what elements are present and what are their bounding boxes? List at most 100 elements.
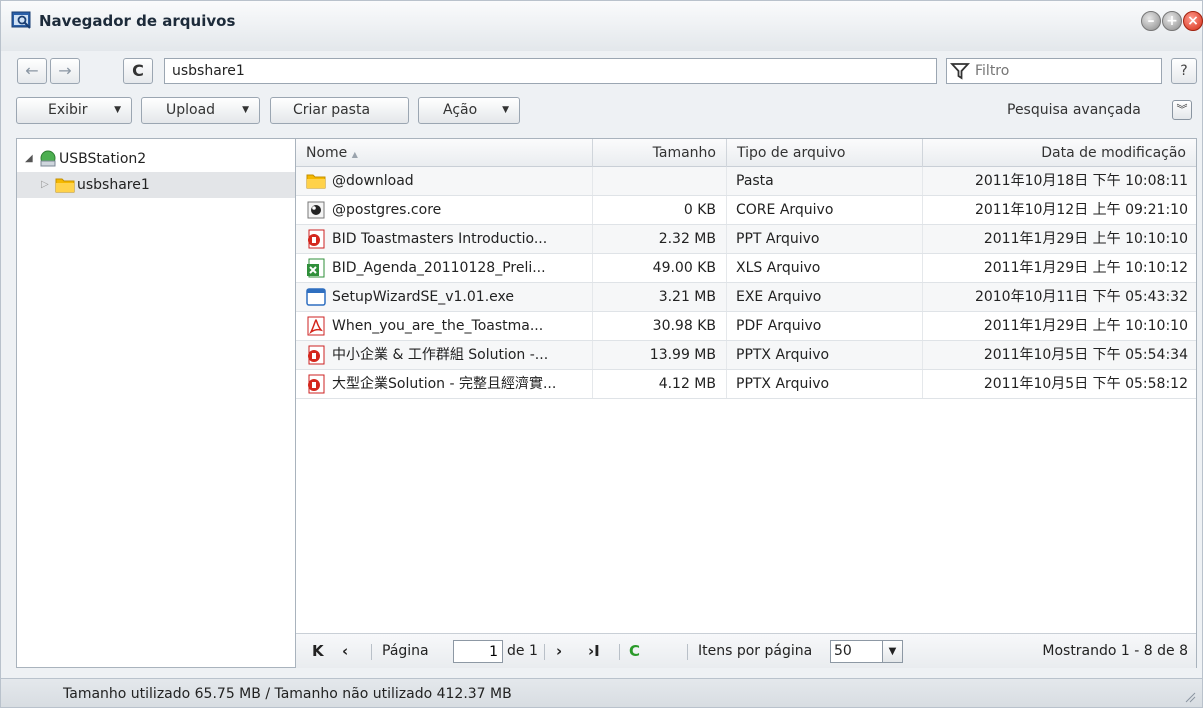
file-name: 大型企業Solution - 完整且經濟實... (332, 376, 557, 392)
table-row[interactable]: When_you_are_the_Toastma... 30.98 KB PDF… (296, 312, 1196, 341)
chevron-right-icon: › (556, 642, 563, 660)
view-menu-label: Exibir (48, 102, 88, 118)
file-size: 0 KB (593, 196, 727, 224)
table-row[interactable]: @postgres.core 0 KB CORE Arquivo 2011年10… (296, 196, 1196, 225)
tree-expanded-icon[interactable]: ◢ (25, 146, 33, 172)
table-row[interactable]: SetupWizardSE_v1.01.exe 3.21 MB EXE Arqu… (296, 283, 1196, 312)
server-icon (40, 150, 56, 167)
next-page-button[interactable]: › (556, 634, 562, 669)
previous-page-button[interactable]: ‹ (342, 634, 348, 669)
table-row[interactable]: @download Pasta 2011年10月18日 下午 10:08:11 (296, 167, 1196, 196)
file-browser-icon (11, 11, 31, 29)
page-number-input[interactable] (453, 640, 503, 663)
chevron-down-icon[interactable]: ▼ (882, 641, 902, 662)
file-name-cell: 中小企業 & 工作群組 Solution -... (296, 341, 593, 369)
folder-tree: ◢ USBStation2 ▷ usbshare1 (16, 138, 296, 668)
help-button[interactable]: ? (1171, 58, 1197, 84)
items-per-page-select[interactable]: 50 ▼ (830, 640, 903, 663)
funnel-icon (950, 63, 970, 80)
advanced-search-toggle[interactable]: ︾ (1172, 100, 1192, 120)
folder-icon (306, 174, 326, 189)
help-icon: ? (1180, 63, 1188, 79)
resize-grip-icon[interactable] (1184, 691, 1196, 703)
file-name-cell: @postgres.core (296, 196, 593, 224)
table-row[interactable]: BID Toastmasters Introductio... 2.32 MB … (296, 225, 1196, 254)
create-folder-label: Criar pasta (293, 102, 371, 118)
file-browser-window: Navegador de arquivos – + × ← → C ? Exib… (0, 0, 1203, 708)
separator (687, 644, 688, 660)
status-bar: Tamanho utilizado 65.75 MB / Tamanho não… (1, 678, 1202, 707)
tree-collapsed-icon[interactable]: ▷ (41, 172, 49, 198)
double-chevron-down-icon: ︾ (1176, 103, 1188, 116)
filter-box[interactable] (946, 58, 1162, 84)
refresh-button[interactable]: C (123, 58, 153, 84)
ppt-file-icon (308, 229, 325, 249)
action-menu-button[interactable]: Ação ▼ (418, 97, 520, 124)
column-header-label: Tamanho (652, 145, 716, 161)
file-date: 2011年1月29日 上午 10:10:10 (983, 318, 1188, 334)
chevron-left-icon: ‹ (342, 642, 349, 660)
file-name-cell: @download (296, 167, 593, 195)
view-menu-button[interactable]: Exibir ▼ (16, 97, 132, 124)
filter-input[interactable] (975, 63, 1155, 79)
table-row[interactable]: BID_Agenda_20110128_Preli... 49.00 KB XL… (296, 254, 1196, 283)
column-header-label: Nome (306, 145, 348, 161)
file-rows: @download Pasta 2011年10月18日 下午 10:08:11 … (296, 167, 1196, 399)
table-row[interactable]: 大型企業Solution - 完整且經濟實... 4.12 MB PPTX Ar… (296, 370, 1196, 399)
exe-file-icon (306, 288, 326, 306)
advanced-search-link[interactable]: Pesquisa avançada (1007, 102, 1141, 118)
column-header-name[interactable]: Nome ▲ (296, 139, 593, 167)
title-bar: Navegador de arquivos – + × (1, 1, 1203, 51)
file-type: PPT Arquivo (727, 225, 923, 253)
arrow-left-icon: ← (25, 61, 39, 80)
back-button[interactable]: ← (17, 58, 47, 84)
maximize-button[interactable]: + (1162, 11, 1182, 31)
tree-item-usbstation2[interactable]: ◢ USBStation2 (17, 146, 295, 172)
first-page-button[interactable]: K (312, 634, 324, 669)
column-header-date[interactable]: Data de modificação (923, 139, 1196, 167)
caret-down-icon: ▼ (502, 105, 509, 115)
file-name: @postgres.core (332, 202, 442, 218)
refresh-icon: C (629, 642, 641, 660)
file-size (593, 167, 727, 195)
path-input[interactable] (164, 58, 937, 84)
upload-menu-button[interactable]: Upload ▼ (141, 97, 260, 124)
page-label: Página (382, 643, 429, 659)
pptx-file-icon (308, 345, 325, 365)
create-folder-button[interactable]: Criar pasta (270, 97, 409, 124)
core-file-icon (307, 201, 325, 219)
file-name-cell: BID Toastmasters Introductio... (296, 225, 593, 253)
file-size: 2.32 MB (593, 225, 727, 253)
separator (619, 644, 620, 660)
file-list-header: Nome ▲ Tamanho Tipo de arquivo Data de m… (296, 139, 1196, 167)
file-type: Pasta (727, 167, 923, 195)
file-date: 2011年10月5日 下午 05:58:12 (983, 376, 1188, 392)
sort-ascending-icon: ▲ (351, 150, 358, 159)
forward-button[interactable]: → (50, 58, 80, 84)
minimize-button[interactable]: – (1141, 11, 1161, 31)
file-type: XLS Arquivo (727, 254, 923, 282)
action-menu-label: Ação (443, 102, 478, 118)
file-name: 中小企業 & 工作群組 Solution -... (332, 347, 549, 363)
file-name-cell: BID_Agenda_20110128_Preli... (296, 254, 593, 282)
table-row[interactable]: 中小企業 & 工作群組 Solution -... 13.99 MB PPTX … (296, 341, 1196, 370)
tree-item-usbshare1[interactable]: ▷ usbshare1 (17, 172, 295, 198)
last-page-button[interactable]: ›I (588, 634, 600, 669)
items-per-page-value: 50 (834, 643, 852, 659)
file-size: 30.98 KB (593, 312, 727, 340)
file-name: BID_Agenda_20110128_Preli... (332, 260, 546, 276)
file-name-cell: 大型企業Solution - 完整且經濟實... (296, 370, 593, 398)
column-header-type[interactable]: Tipo de arquivo (727, 139, 923, 167)
minimize-icon: – (1147, 13, 1155, 29)
items-per-page-label: Itens por página (698, 643, 813, 659)
file-type: PPTX Arquivo (727, 341, 923, 369)
file-date: 2011年1月29日 上午 10:10:10 (983, 231, 1188, 247)
caret-down-icon: ▼ (242, 105, 249, 115)
storage-usage-text: Tamanho utilizado 65.75 MB / Tamanho não… (63, 686, 512, 702)
pagination-bar: K ‹ Página de 1 › ›I C Itens por página … (296, 633, 1196, 668)
reload-button[interactable]: C (629, 634, 640, 669)
file-type: PPTX Arquivo (727, 370, 923, 398)
close-button[interactable]: × (1183, 11, 1203, 31)
column-header-size[interactable]: Tamanho (593, 139, 727, 167)
folder-icon (55, 178, 75, 193)
